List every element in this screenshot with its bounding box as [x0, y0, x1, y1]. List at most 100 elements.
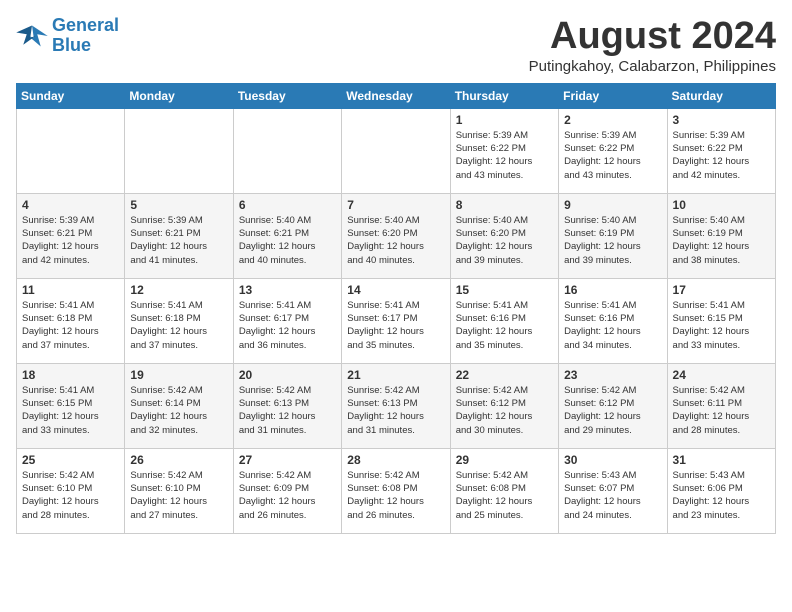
calendar-cell — [233, 108, 341, 193]
cell-content: Sunrise: 5:42 AM Sunset: 6:10 PM Dayligh… — [22, 469, 119, 522]
calendar-cell: 5 Sunrise: 5:39 AM Sunset: 6:21 PM Daylig… — [125, 193, 233, 278]
cell-content: Sunrise: 5:42 AM Sunset: 6:13 PM Dayligh… — [347, 384, 444, 437]
day-number: 3 — [673, 113, 770, 127]
calendar-cell — [17, 108, 125, 193]
day-number: 31 — [673, 453, 770, 467]
cell-content: Sunrise: 5:41 AM Sunset: 6:18 PM Dayligh… — [130, 299, 227, 352]
cell-content: Sunrise: 5:39 AM Sunset: 6:21 PM Dayligh… — [22, 214, 119, 267]
header-saturday: Saturday — [667, 83, 775, 108]
cell-content: Sunrise: 5:42 AM Sunset: 6:08 PM Dayligh… — [347, 469, 444, 522]
calendar-cell: 31Sunrise: 5:43 AM Sunset: 6:06 PM Dayli… — [667, 448, 775, 533]
day-number: 19 — [130, 368, 227, 382]
calendar-cell: 8 Sunrise: 5:40 AM Sunset: 6:20 PM Daylig… — [450, 193, 558, 278]
header-thursday: Thursday — [450, 83, 558, 108]
calendar-cell: 13 Sunrise: 5:41 AM Sunset: 6:17 PM Dayli… — [233, 278, 341, 363]
calendar-cell: 4Sunrise: 5:39 AM Sunset: 6:21 PM Daylig… — [17, 193, 125, 278]
calendar-cell: 25Sunrise: 5:42 AM Sunset: 6:10 PM Dayli… — [17, 448, 125, 533]
header-sunday: Sunday — [17, 83, 125, 108]
header-tuesday: Tuesday — [233, 83, 341, 108]
logo-text: General Blue — [52, 16, 119, 56]
cell-content: Sunrise: 5:42 AM Sunset: 6:09 PM Dayligh… — [239, 469, 336, 522]
day-number: 17 — [673, 283, 770, 297]
day-number: 26 — [130, 453, 227, 467]
day-number: 20 — [239, 368, 336, 382]
day-number: 7 — [347, 198, 444, 212]
calendar-cell: 21Sunrise: 5:42 AM Sunset: 6:13 PM Dayli… — [342, 363, 450, 448]
location: Putingkahoy, Calabarzon, Philippines — [529, 58, 776, 75]
day-number: 11 — [22, 283, 119, 297]
cell-content: Sunrise: 5:42 AM Sunset: 6:13 PM Dayligh… — [239, 384, 336, 437]
day-number: 29 — [456, 453, 553, 467]
cell-content: Sunrise: 5:42 AM Sunset: 6:14 PM Dayligh… — [130, 384, 227, 437]
cell-content: Sunrise: 5:40 AM Sunset: 6:20 PM Dayligh… — [347, 214, 444, 267]
cell-content: Sunrise: 5:41 AM Sunset: 6:16 PM Dayligh… — [456, 299, 553, 352]
calendar-cell — [125, 108, 233, 193]
cell-content: Sunrise: 5:39 AM Sunset: 6:21 PM Dayligh… — [130, 214, 227, 267]
calendar-cell: 22 Sunrise: 5:42 AM Sunset: 6:12 PM Dayli… — [450, 363, 558, 448]
calendar-cell: 11 Sunrise: 5:41 AM Sunset: 6:18 PM Dayli… — [17, 278, 125, 363]
calendar-cell: 2Sunrise: 5:39 AM Sunset: 6:22 PM Daylig… — [559, 108, 667, 193]
calendar-cell: 12 Sunrise: 5:41 AM Sunset: 6:18 PM Dayli… — [125, 278, 233, 363]
calendar-header-row: SundayMondayTuesdayWednesdayThursdayFrid… — [17, 83, 776, 108]
calendar-cell: 3 Sunrise: 5:39 AM Sunset: 6:22 PM Daylig… — [667, 108, 775, 193]
calendar-cell: 23 Sunrise: 5:42 AM Sunset: 6:12 PM Dayli… — [559, 363, 667, 448]
cell-content: Sunrise: 5:41 AM Sunset: 6:17 PM Dayligh… — [239, 299, 336, 352]
calendar-cell: 14 Sunrise: 5:41 AM Sunset: 6:17 PM Dayli… — [342, 278, 450, 363]
cell-content: Sunrise: 5:41 AM Sunset: 6:17 PM Dayligh… — [347, 299, 444, 352]
calendar-cell: 29Sunrise: 5:42 AM Sunset: 6:08 PM Dayli… — [450, 448, 558, 533]
cell-content: Sunrise: 5:41 AM Sunset: 6:18 PM Dayligh… — [22, 299, 119, 352]
cell-content: Sunrise: 5:42 AM Sunset: 6:10 PM Dayligh… — [130, 469, 227, 522]
cell-content: Sunrise: 5:39 AM Sunset: 6:22 PM Dayligh… — [564, 129, 661, 182]
cell-content: Sunrise: 5:40 AM Sunset: 6:20 PM Dayligh… — [456, 214, 553, 267]
calendar-cell: 1Sunrise: 5:39 AM Sunset: 6:22 PM Daylig… — [450, 108, 558, 193]
calendar-week-row: 11 Sunrise: 5:41 AM Sunset: 6:18 PM Dayli… — [17, 278, 776, 363]
day-number: 18 — [22, 368, 119, 382]
calendar-cell: 16Sunrise: 5:41 AM Sunset: 6:16 PM Dayli… — [559, 278, 667, 363]
calendar-cell — [342, 108, 450, 193]
day-number: 12 — [130, 283, 227, 297]
calendar-cell: 27 Sunrise: 5:42 AM Sunset: 6:09 PM Dayli… — [233, 448, 341, 533]
calendar-cell: 30 Sunrise: 5:43 AM Sunset: 6:07 PM Dayli… — [559, 448, 667, 533]
cell-content: Sunrise: 5:40 AM Sunset: 6:19 PM Dayligh… — [673, 214, 770, 267]
calendar-week-row: 4Sunrise: 5:39 AM Sunset: 6:21 PM Daylig… — [17, 193, 776, 278]
day-number: 16 — [564, 283, 661, 297]
day-number: 8 — [456, 198, 553, 212]
header-monday: Monday — [125, 83, 233, 108]
cell-content: Sunrise: 5:41 AM Sunset: 6:15 PM Dayligh… — [673, 299, 770, 352]
page-header: General Blue August 2024 Putingkahoy, Ca… — [16, 16, 776, 75]
cell-content: Sunrise: 5:40 AM Sunset: 6:21 PM Dayligh… — [239, 214, 336, 267]
calendar-week-row: 18 Sunrise: 5:41 AM Sunset: 6:15 PM Dayli… — [17, 363, 776, 448]
cell-content: Sunrise: 5:42 AM Sunset: 6:12 PM Dayligh… — [564, 384, 661, 437]
title-block: August 2024 Putingkahoy, Calabarzon, Phi… — [529, 16, 776, 75]
day-number: 5 — [130, 198, 227, 212]
day-number: 24 — [673, 368, 770, 382]
calendar-cell: 7 Sunrise: 5:40 AM Sunset: 6:20 PM Daylig… — [342, 193, 450, 278]
calendar-cell: 24 Sunrise: 5:42 AM Sunset: 6:11 PM Dayli… — [667, 363, 775, 448]
day-number: 27 — [239, 453, 336, 467]
cell-content: Sunrise: 5:40 AM Sunset: 6:19 PM Dayligh… — [564, 214, 661, 267]
day-number: 9 — [564, 198, 661, 212]
day-number: 14 — [347, 283, 444, 297]
day-number: 22 — [456, 368, 553, 382]
day-number: 6 — [239, 198, 336, 212]
cell-content: Sunrise: 5:42 AM Sunset: 6:11 PM Dayligh… — [673, 384, 770, 437]
day-number: 30 — [564, 453, 661, 467]
month-title: August 2024 — [529, 16, 776, 58]
cell-content: Sunrise: 5:39 AM Sunset: 6:22 PM Dayligh… — [673, 129, 770, 182]
calendar-cell: 10 Sunrise: 5:40 AM Sunset: 6:19 PM Dayli… — [667, 193, 775, 278]
calendar-cell: 9 Sunrise: 5:40 AM Sunset: 6:19 PM Daylig… — [559, 193, 667, 278]
calendar-cell: 20 Sunrise: 5:42 AM Sunset: 6:13 PM Dayli… — [233, 363, 341, 448]
day-number: 13 — [239, 283, 336, 297]
cell-content: Sunrise: 5:41 AM Sunset: 6:15 PM Dayligh… — [22, 384, 119, 437]
day-number: 15 — [456, 283, 553, 297]
calendar-cell: 6 Sunrise: 5:40 AM Sunset: 6:21 PM Daylig… — [233, 193, 341, 278]
calendar-cell: 15 Sunrise: 5:41 AM Sunset: 6:16 PM Dayli… — [450, 278, 558, 363]
calendar-cell: 18 Sunrise: 5:41 AM Sunset: 6:15 PM Dayli… — [17, 363, 125, 448]
cell-content: Sunrise: 5:42 AM Sunset: 6:12 PM Dayligh… — [456, 384, 553, 437]
day-number: 10 — [673, 198, 770, 212]
day-number: 28 — [347, 453, 444, 467]
header-wednesday: Wednesday — [342, 83, 450, 108]
day-number: 23 — [564, 368, 661, 382]
cell-content: Sunrise: 5:43 AM Sunset: 6:07 PM Dayligh… — [564, 469, 661, 522]
day-number: 1 — [456, 113, 553, 127]
